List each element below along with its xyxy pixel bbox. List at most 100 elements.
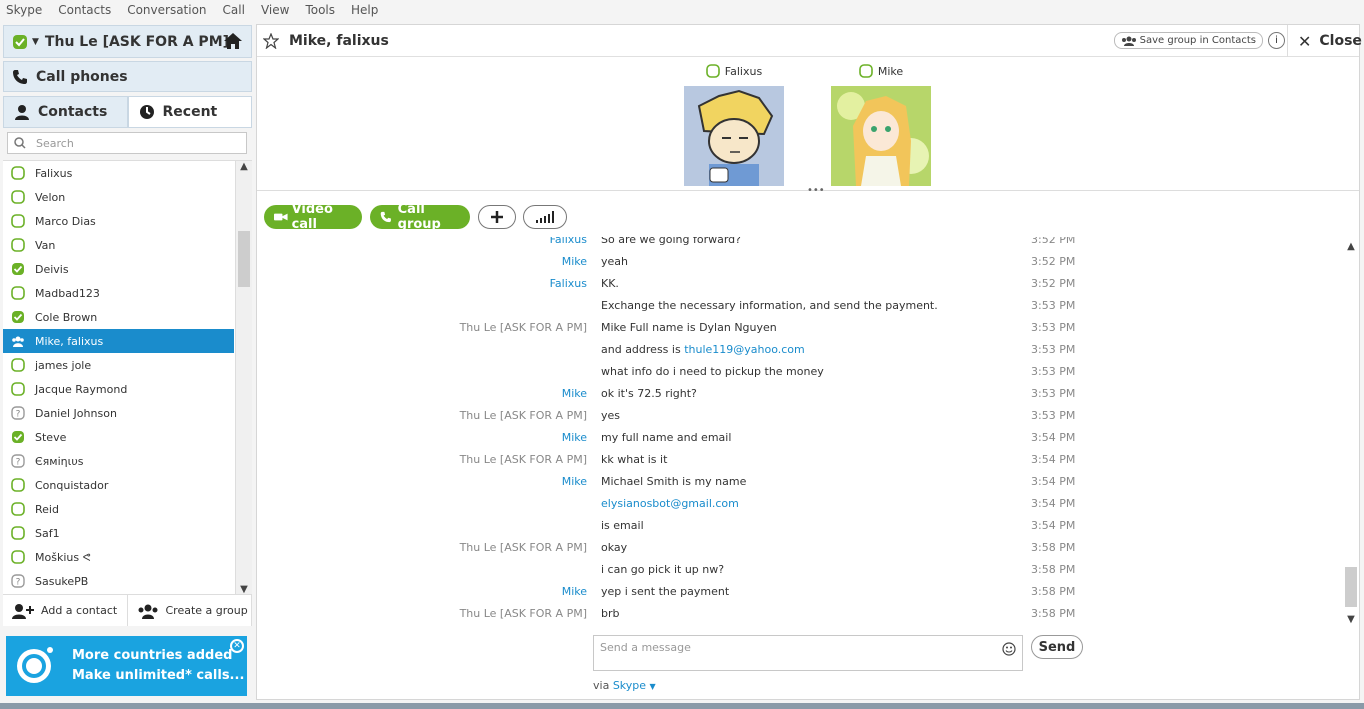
message-body: kk what is it	[601, 453, 668, 466]
message-time: 3:53 PM	[1031, 343, 1076, 356]
message-sender[interactable]: Mike	[562, 581, 587, 603]
call-quality-button[interactable]	[523, 205, 567, 229]
action-bar: Video call Call group	[257, 202, 1359, 235]
message-input[interactable]: Send a message	[593, 635, 1023, 671]
menu-item-call[interactable]: Call	[223, 3, 245, 17]
menu-item-view[interactable]: View	[261, 3, 289, 17]
star-icon[interactable]	[263, 33, 279, 49]
message-sender[interactable]: Thu Le [ASK FOR A PM]	[460, 317, 587, 339]
participant-falixus[interactable]: Falixus	[684, 62, 784, 189]
message-text: brb	[601, 603, 620, 624]
menu-item-tools[interactable]: Tools	[305, 3, 335, 17]
scroll-down-arrow-icon[interactable]: ▼	[1343, 614, 1359, 625]
resize-handle[interactable]: •••	[807, 185, 825, 196]
contact-list-item[interactable]: Mike, falixus	[3, 329, 234, 353]
message-row: i can go pick it up nw? 3:58 PM	[257, 559, 1343, 581]
emoticon-icon[interactable]	[1002, 642, 1016, 656]
contact-list-item[interactable]: Van	[3, 233, 234, 257]
via-selector[interactable]: via Skype ▼	[593, 679, 656, 692]
contact-name: Mike, falixus	[35, 334, 104, 348]
profile-bar[interactable]: ▼ Thu Le [ASK FOR A PM]	[3, 25, 252, 58]
scroll-down-arrow-icon[interactable]: ▼	[236, 584, 252, 594]
contact-list-item[interactable]: ? Єяміηιυѕ	[3, 449, 234, 473]
add-participant-button[interactable]	[478, 205, 516, 229]
close-icon[interactable]: ✕	[230, 639, 244, 653]
message-scrollbar[interactable]: ▲ ▼	[1343, 237, 1359, 625]
participant-name-text: Falixus	[724, 64, 763, 78]
status-online-icon	[11, 166, 25, 180]
menu-item-skype[interactable]: Skype	[6, 3, 42, 17]
contact-list-item[interactable]: james jole	[3, 353, 234, 377]
message-text: my full name and email	[601, 427, 731, 449]
status-available-icon	[12, 431, 24, 443]
contact-tabs: Contacts Recent	[3, 96, 252, 128]
message-body: and address is	[601, 343, 685, 356]
add-contact-label: Add a contact	[41, 604, 118, 617]
contact-list-item[interactable]: Falixus	[3, 161, 234, 185]
message-time: 3:54 PM	[1031, 497, 1076, 510]
promo-banner[interactable]: More countries added Make unlimited* cal…	[6, 636, 247, 696]
scrollbar-thumb[interactable]	[238, 231, 250, 287]
save-group-button[interactable]: Save group in Contacts	[1113, 32, 1263, 49]
contact-name: Marco Dias	[35, 214, 96, 228]
contact-name: Falixus	[35, 166, 73, 180]
avatar	[831, 86, 931, 186]
message-link[interactable]: elysianosbot@gmail.com	[601, 497, 739, 510]
contact-name: Reid	[35, 502, 59, 516]
contact-list-item[interactable]: Deivis	[3, 257, 234, 281]
search-input[interactable]: Search	[7, 132, 247, 154]
tab-contacts[interactable]: Contacts	[3, 96, 128, 128]
contact-name: SasukePB	[35, 574, 89, 588]
menu-item-help[interactable]: Help	[351, 3, 378, 17]
contact-list-item[interactable]: Cole Brown	[3, 305, 234, 329]
create-group-button[interactable]: Create a group	[128, 595, 252, 626]
status-unknown-icon: ?	[11, 574, 25, 588]
participant-mike[interactable]: Mike	[831, 62, 931, 189]
menu-item-conversation[interactable]: Conversation	[127, 3, 206, 17]
conversation-title: Mike, falixus	[289, 32, 389, 49]
contact-list-item[interactable]: Moškius ᕙ	[3, 545, 234, 569]
scroll-up-arrow-icon[interactable]: ▲	[1343, 241, 1359, 252]
menu-item-contacts[interactable]: Contacts	[58, 3, 111, 17]
contact-list-item[interactable]: Saf1	[3, 521, 234, 545]
message-time: 3:53 PM	[1031, 321, 1076, 334]
contact-list-item[interactable]: Reid	[3, 497, 234, 521]
scroll-up-arrow-icon[interactable]: ▲	[236, 161, 252, 172]
contact-list-scrollbar[interactable]: ▲ ▼	[235, 161, 252, 594]
message-sender[interactable]: Mike	[562, 427, 587, 449]
status-online-icon	[11, 382, 25, 396]
send-button[interactable]: Send	[1031, 635, 1083, 659]
add-contact-button[interactable]: Add a contact	[3, 595, 128, 626]
search-icon	[14, 137, 26, 149]
message-text: is email	[601, 515, 644, 537]
contact-list-item[interactable]: Steve	[3, 425, 234, 449]
message-sender[interactable]: Mike	[562, 383, 587, 405]
contact-list-item[interactable]: ? Daniel Johnson	[3, 401, 234, 425]
contact-list-item[interactable]: Madbad123	[3, 281, 234, 305]
message-link[interactable]: thule119@yahoo.com	[684, 343, 805, 356]
video-call-button[interactable]: Video call	[264, 202, 362, 232]
home-icon[interactable]	[223, 32, 243, 50]
status-online-icon	[11, 214, 25, 228]
call-phones-button[interactable]: Call phones	[3, 61, 252, 92]
contact-list-item[interactable]: Conquistador	[3, 473, 234, 497]
message-sender[interactable]: Mike	[562, 471, 587, 493]
message-sender[interactable]: Falixus	[550, 273, 587, 295]
message-sender[interactable]: Thu Le [ASK FOR A PM]	[460, 405, 587, 427]
info-icon[interactable]: i	[1268, 32, 1285, 49]
contact-list-item[interactable]: Marco Dias	[3, 209, 234, 233]
message-sender[interactable]: Mike	[562, 251, 587, 273]
message-sender[interactable]: Thu Le [ASK FOR A PM]	[460, 449, 587, 471]
promo-text: More countries added Make unlimited* cal…	[72, 646, 244, 686]
call-phones-label: Call phones	[36, 68, 128, 85]
contact-list-item[interactable]: Velon	[3, 185, 234, 209]
message-sender[interactable]: Thu Le [ASK FOR A PM]	[460, 603, 587, 624]
scrollbar-thumb[interactable]	[1345, 567, 1357, 607]
call-group-button[interactable]: Call group	[370, 202, 470, 232]
contact-list-item[interactable]: Jacque Raymond	[3, 377, 234, 401]
contact-list-item[interactable]: ? SasukePB	[3, 569, 234, 593]
message-sender[interactable]: Thu Le [ASK FOR A PM]	[460, 537, 587, 559]
tab-recent[interactable]: Recent	[127, 96, 252, 128]
message-sender[interactable]: Falixus	[550, 237, 587, 251]
close-conversation-button[interactable]: ✕ Close	[1287, 25, 1362, 57]
